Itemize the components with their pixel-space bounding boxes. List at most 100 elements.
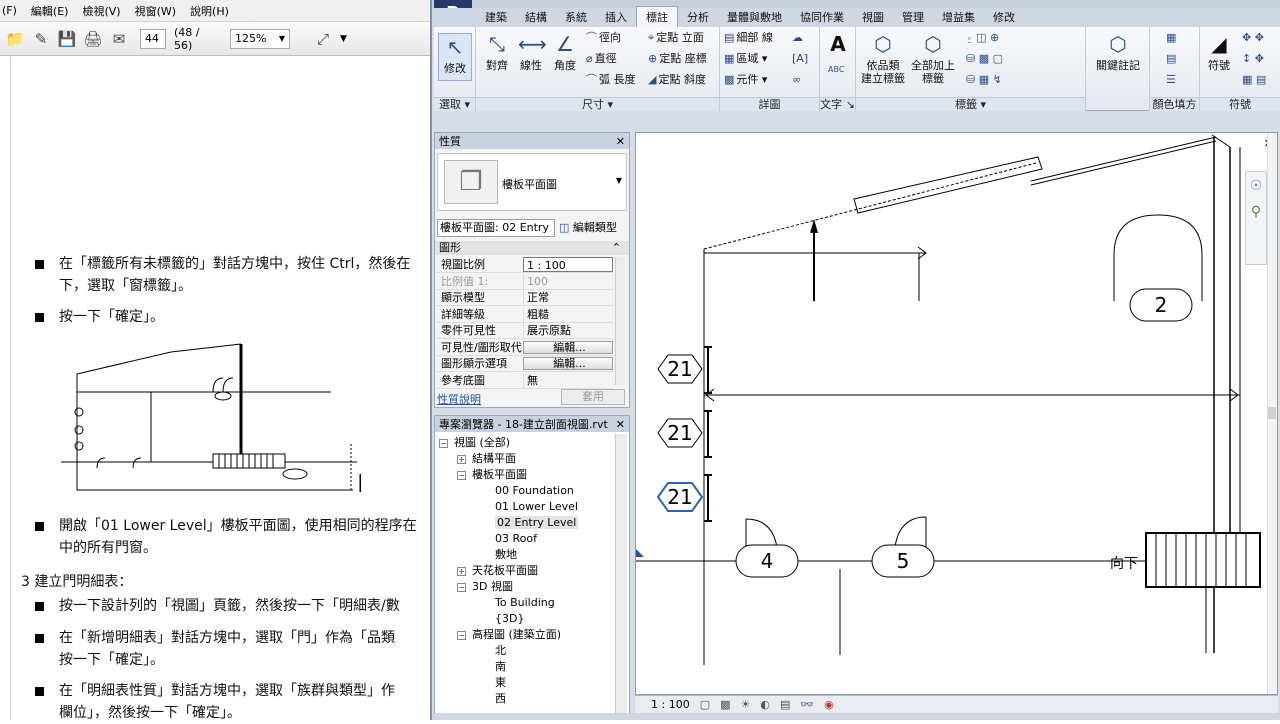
browser-node[interactable]: 北: [495, 644, 506, 658]
collapse-icon[interactable]: −: [457, 631, 466, 640]
spot-slope-button[interactable]: ◢ 定點 斜度: [648, 73, 706, 87]
property-value[interactable]: 正常: [523, 290, 613, 305]
zoom-icon[interactable]: ⚲: [1246, 204, 1266, 220]
arc-length-button[interactable]: ⌒ 弧 長度: [586, 73, 636, 87]
browser-node[interactable]: 02 Entry Level: [495, 516, 579, 530]
group-graphics-header[interactable]: 圖形 ⌃: [435, 241, 629, 255]
properties-scrollbar[interactable]: [615, 257, 625, 385]
floor-plan-view[interactable]: 21 21 21 2 4 5 向下: [636, 133, 1277, 694]
panel-title-tag[interactable]: 標籤 ▾: [856, 97, 1085, 111]
property-row[interactable]: 詳細等級 粗糙: [437, 306, 613, 323]
temporary-hide-icon[interactable]: 👓: [800, 698, 814, 711]
span-direction-icon[interactable]: ✥ ✥: [1242, 31, 1264, 45]
crop-view-icon[interactable]: ▤: [780, 698, 790, 711]
tab-massing-site[interactable]: 量體與敷地: [718, 7, 791, 27]
browser-node[interactable]: 西: [495, 692, 506, 706]
property-row[interactable]: 參考底圖 無: [437, 372, 613, 389]
view-scrollbar-thumb[interactable]: [1268, 407, 1276, 419]
save-icon[interactable]: 💾: [56, 28, 78, 50]
browser-node[interactable]: {3D}: [495, 612, 524, 626]
toolbar-more-icon[interactable]: ▼: [340, 34, 347, 44]
spot-coordinate-button[interactable]: ⊕ 定點 座標: [648, 52, 707, 66]
property-value[interactable]: 100: [523, 273, 613, 289]
expand-icon[interactable]: +: [457, 455, 466, 464]
shadows-icon[interactable]: ◐: [760, 698, 770, 711]
reveal-hidden-icon[interactable]: ◉: [824, 698, 834, 711]
angular-dimension-button[interactable]: ∠ 角度: [548, 31, 582, 72]
property-row[interactable]: 比例值 1: 100: [437, 273, 613, 290]
tag-all-button[interactable]: ⬡ 全部加上 標籤: [908, 31, 958, 85]
property-row[interactable]: 視圖比例 1 : 100: [437, 257, 613, 273]
detail-level-icon[interactable]: ▢: [700, 698, 710, 711]
view-scale[interactable]: 1 : 100: [651, 698, 690, 711]
menu-help[interactable]: 說明(H): [190, 3, 229, 19]
tab-architecture[interactable]: 建築: [476, 7, 516, 27]
beam-annotation-icon[interactable]: ⍛ ◫ ⊕: [966, 31, 999, 45]
menu-window[interactable]: 視窗(W): [135, 3, 176, 19]
text-button[interactable]: A: [822, 31, 854, 59]
browser-node[interactable]: − 高程圖 (建築立面): [457, 628, 561, 642]
panel-title-select[interactable]: 選取 ▾: [434, 97, 475, 111]
edit-type-button[interactable]: ◫ 編輯類型: [559, 219, 617, 237]
collapse-icon[interactable]: −: [457, 583, 466, 592]
menu-edit[interactable]: 編輯(E): [31, 3, 69, 19]
tab-view[interactable]: 視圖: [853, 7, 893, 27]
color-fill-legend-icon[interactable]: ▦: [1166, 31, 1176, 45]
property-value[interactable]: 展示原點: [523, 323, 613, 338]
tab-analyze[interactable]: 分析: [678, 7, 718, 27]
multi-category-icon[interactable]: ⛁ ▩ ▢: [966, 52, 1003, 66]
property-value[interactable]: 無: [523, 372, 613, 388]
browser-scrollbar[interactable]: [615, 434, 627, 716]
component-button[interactable]: ▩ 元件 ▾: [724, 73, 767, 87]
open-file-icon[interactable]: 📁: [4, 28, 26, 50]
tab-insert[interactable]: 插入: [596, 7, 636, 27]
panel-title-dimension[interactable]: 尺寸 ▾: [476, 97, 719, 111]
material-tag-icon[interactable]: ⛁ ▦ ↯: [966, 73, 1002, 87]
keynote-button[interactable]: ⬡ 關鍵註記: [1088, 31, 1148, 72]
revision-cloud-icon[interactable]: ☁: [792, 31, 803, 45]
property-row[interactable]: 圖形顯示選項 編輯...: [437, 356, 613, 372]
menu-file[interactable]: (F): [2, 4, 17, 17]
tab-manage[interactable]: 管理: [893, 7, 933, 27]
collapse-icon[interactable]: −: [457, 471, 466, 480]
sun-path-icon[interactable]: ☀: [741, 698, 751, 711]
detail-group-icon[interactable]: [A]: [792, 52, 808, 66]
browser-node[interactable]: To Building: [495, 596, 555, 610]
browser-node[interactable]: −3D 視圖: [457, 580, 513, 594]
duct-legend-icon[interactable]: ▤: [1166, 52, 1176, 66]
visual-style-icon[interactable]: ▩: [720, 698, 730, 711]
tab-annotate[interactable]: 標註: [636, 6, 678, 27]
radial-dimension-button[interactable]: ⌒ 徑向: [586, 31, 621, 45]
menu-view[interactable]: 檢視(V): [82, 3, 120, 19]
browser-node[interactable]: − 視圖 (全部): [439, 436, 510, 450]
instance-selector[interactable]: 樓板平面圖: 02 Entry: [437, 219, 555, 237]
collapse-icon[interactable]: −: [439, 439, 448, 448]
browser-node[interactable]: + 結構平面: [457, 452, 516, 466]
modify-button[interactable]: ↖ 修改: [438, 33, 472, 81]
browser-node[interactable]: 03 Roof: [495, 532, 537, 546]
property-row[interactable]: 可見性/圖形取代 編輯...: [437, 340, 613, 356]
diameter-dimension-button[interactable]: ⌀ 直徑: [586, 52, 617, 66]
symbol-button[interactable]: ◢ 符號: [1202, 31, 1236, 72]
browser-node[interactable]: 敷地: [495, 548, 517, 562]
zoom-select[interactable]: 125% ▼: [230, 28, 290, 49]
close-icon[interactable]: ✕: [616, 135, 625, 148]
tag-by-category-button[interactable]: ⬡ 依品類 建立標籤: [860, 31, 906, 85]
expand-icon[interactable]: +: [457, 567, 466, 576]
edit-document-icon[interactable]: ✎: [30, 28, 52, 50]
apply-button[interactable]: 套用: [561, 389, 625, 405]
drawing-area[interactable]: 21 21 21 2 4 5 向下 ☉ ⚲: [635, 132, 1278, 695]
linear-dimension-button[interactable]: ⟷ 線性: [514, 31, 548, 72]
tab-modify[interactable]: 修改: [984, 7, 1024, 27]
email-icon[interactable]: ✉: [108, 28, 130, 50]
browser-node[interactable]: − 樓板平面圖: [457, 468, 527, 482]
property-row[interactable]: 顯示模型 正常: [437, 290, 613, 306]
browser-node[interactable]: 01 Lower Level: [495, 500, 578, 514]
fit-page-icon[interactable]: ⤢: [312, 28, 334, 50]
aligned-dimension-button[interactable]: ⤡ 對齊: [480, 31, 514, 72]
pipe-legend-icon[interactable]: ☰: [1166, 73, 1176, 87]
tab-systems[interactable]: 系統: [556, 7, 596, 27]
property-value[interactable]: 粗糙: [523, 306, 613, 322]
type-selector-preview[interactable]: ❐ 樓板平面圖 ▼: [437, 153, 627, 211]
browser-node[interactable]: + 天花板平面圖: [457, 564, 538, 578]
